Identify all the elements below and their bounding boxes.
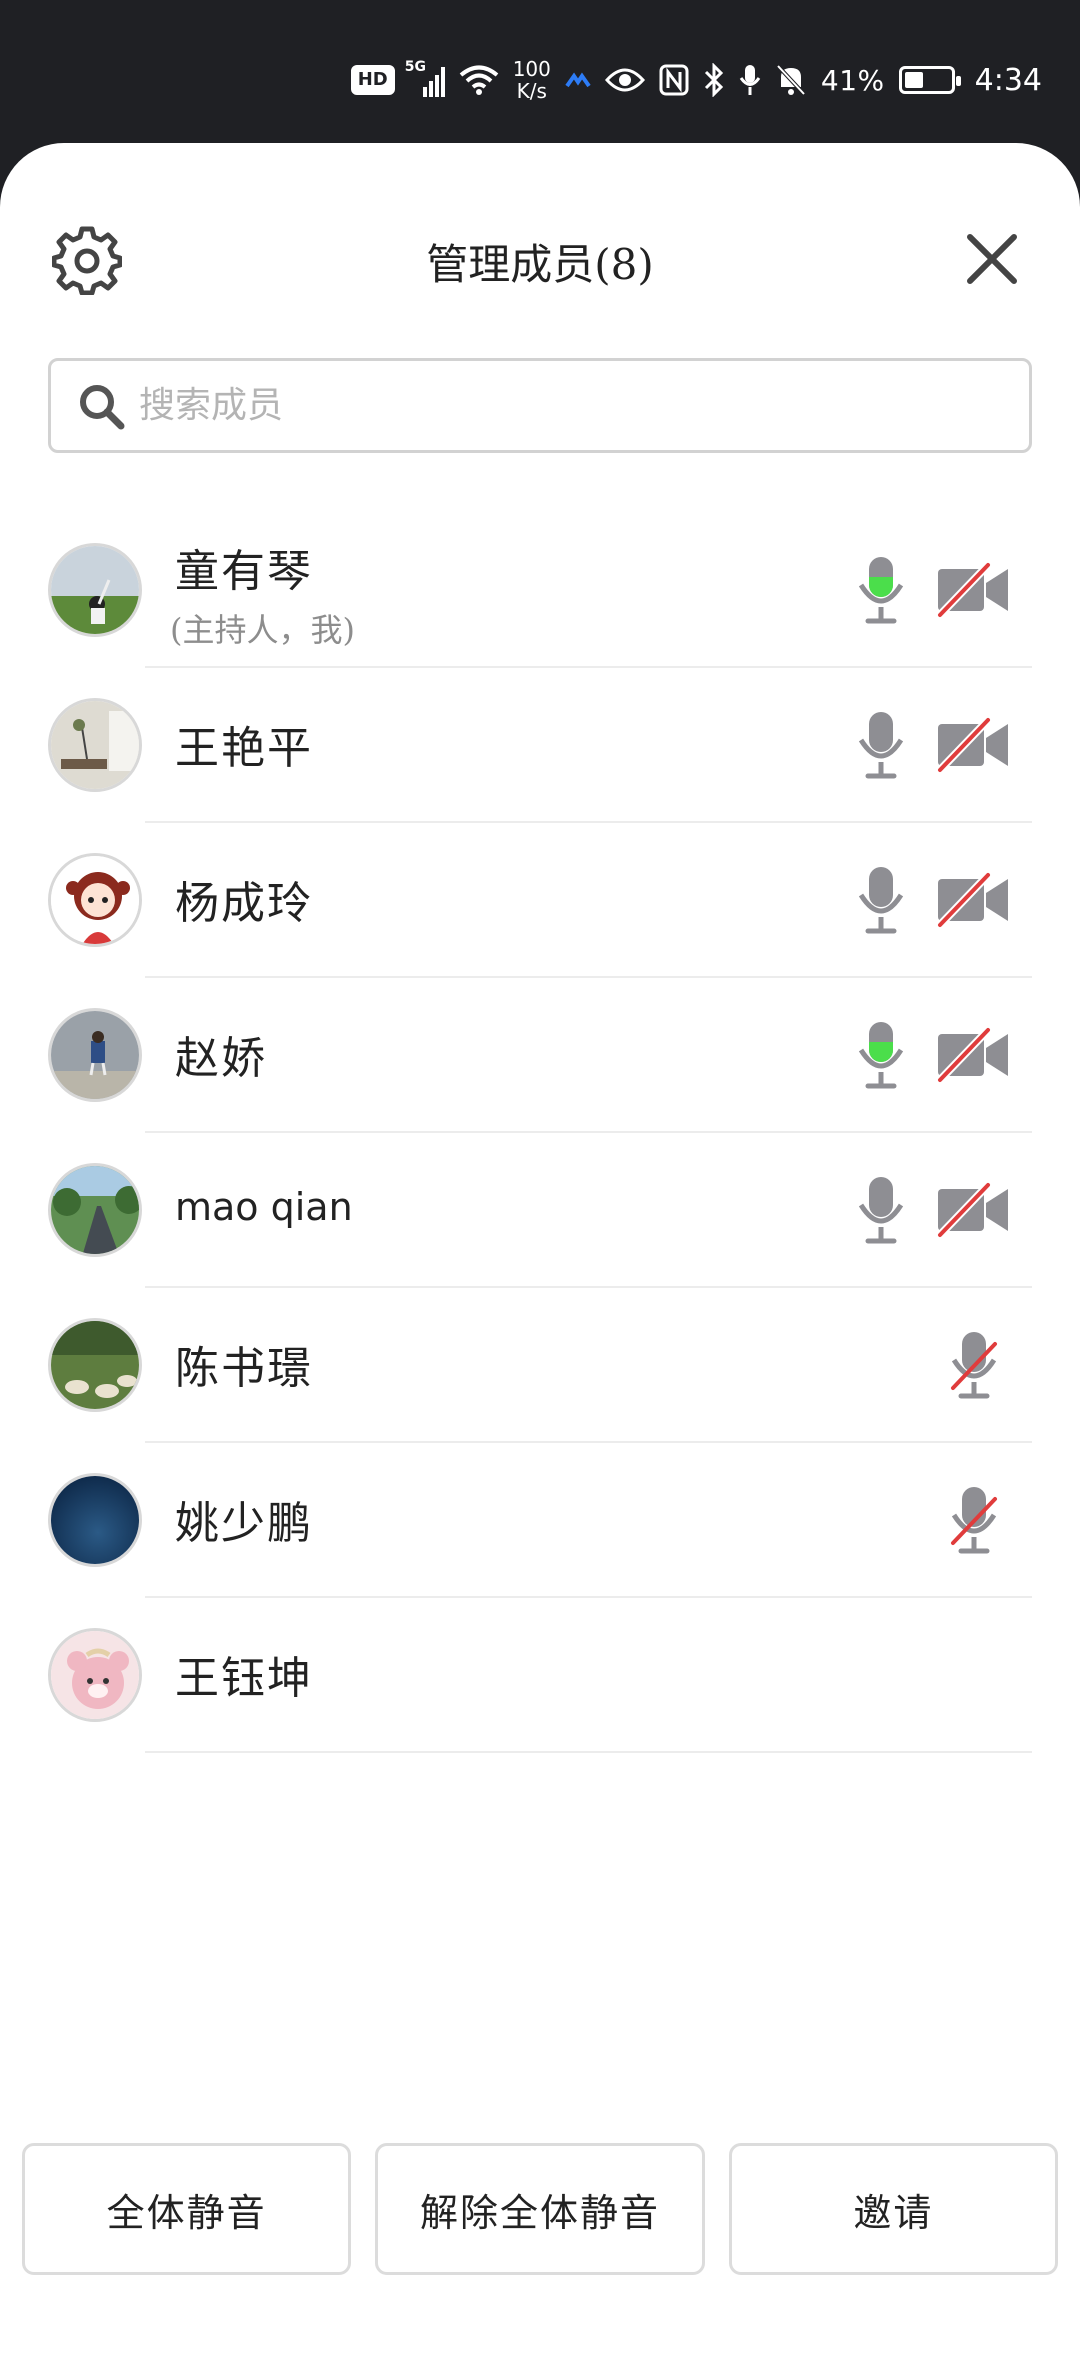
member-name: 王钰坤: [175, 1653, 313, 1704]
camera-off-icon[interactable]: [936, 561, 1010, 619]
member-row[interactable]: 陈书璟: [0, 1288, 1080, 1443]
invite-button[interactable]: 邀请: [728, 2143, 1058, 2275]
page-title: 管理成员(8): [426, 240, 654, 289]
mic-icon[interactable]: [856, 710, 906, 780]
clock: 4:34: [974, 62, 1042, 98]
member-name: 童有琴: [175, 546, 313, 597]
member-row[interactable]: 赵娇: [0, 978, 1080, 1133]
member-row[interactable]: 杨成玲: [0, 823, 1080, 978]
member-name: 杨成玲: [175, 878, 313, 929]
member-name: 王艳平: [175, 723, 313, 774]
status-bar: HD 5G 100 K/s 41% 4:34: [0, 0, 1080, 145]
member-row[interactable]: 姚少鹏: [0, 1443, 1080, 1598]
row-divider: [145, 1751, 1032, 1753]
avatar: [48, 1008, 142, 1102]
search-input[interactable]: [139, 385, 999, 426]
avatar: [48, 1628, 142, 1722]
hd-icon: HD: [350, 65, 395, 95]
mic-muted-icon[interactable]: [946, 1330, 1002, 1400]
speed-unit: K/s: [516, 79, 547, 103]
footer-actions: 全体静音 解除全体静音 邀请: [22, 2143, 1058, 2275]
mic-icon[interactable]: [856, 865, 906, 935]
search-box[interactable]: [48, 358, 1032, 453]
camera-off-icon[interactable]: [936, 1181, 1010, 1239]
battery-percent: 41%: [820, 63, 885, 97]
member-role: (主持人，我): [170, 611, 355, 649]
member-list: 童有琴 (主持人，我) 王艳平杨成玲赵娇 mao qian 陈书璟姚少鹏王钰坤: [0, 513, 1080, 1753]
bluetooth-icon: [704, 63, 724, 97]
mic-muted-icon[interactable]: [946, 1485, 1002, 1555]
search-icon: [80, 384, 125, 429]
camera-off-icon[interactable]: [936, 716, 1010, 774]
close-icon[interactable]: [964, 231, 1020, 287]
wifi-icon: [459, 65, 498, 95]
network-speed: 100 K/s: [513, 58, 551, 102]
sheet-header: 管理成员(8): [0, 143, 1080, 373]
eye-icon: [604, 68, 645, 92]
camera-off-icon[interactable]: [936, 1026, 1010, 1084]
member-name: 陈书璟: [175, 1343, 313, 1394]
member-row[interactable]: 王钰坤: [0, 1598, 1080, 1753]
avatar: [48, 1473, 142, 1567]
manage-members-sheet: 管理成员(8) 童有琴 (主持人，我) 王艳平杨成玲赵娇 mao qian 陈书璟姚少鹏…: [0, 143, 1080, 2376]
network-label: 5G: [404, 59, 426, 75]
mute-all-button[interactable]: 全体静音: [22, 2143, 352, 2275]
speed-value: 100: [512, 57, 551, 81]
battery-icon: [898, 66, 961, 94]
mic-icon[interactable]: [856, 555, 906, 625]
member-name: 赵娇: [175, 1033, 267, 1084]
battery-fill: [904, 72, 923, 88]
unmute-all-button[interactable]: 解除全体静音: [375, 2143, 705, 2275]
mic-icon[interactable]: [856, 1020, 906, 1090]
app-icon: [565, 72, 591, 88]
mic-icon[interactable]: [856, 1175, 906, 1245]
mic-icon: [739, 65, 761, 95]
member-name: mao qian: [175, 1185, 353, 1229]
avatar: [48, 1163, 142, 1257]
mute-bell-icon: [776, 64, 806, 96]
camera-off-icon[interactable]: [936, 871, 1010, 929]
signal-icon: 5G: [405, 59, 445, 97]
nfc-icon: [659, 64, 689, 96]
member-row[interactable]: 王艳平: [0, 668, 1080, 823]
avatar: [48, 543, 142, 637]
avatar: [48, 698, 142, 792]
member-name: 姚少鹏: [175, 1498, 313, 1549]
avatar: [48, 853, 142, 947]
avatar: [48, 1318, 142, 1412]
member-row[interactable]: mao qian: [0, 1133, 1080, 1288]
member-row[interactable]: 童有琴 (主持人，我): [0, 513, 1080, 668]
